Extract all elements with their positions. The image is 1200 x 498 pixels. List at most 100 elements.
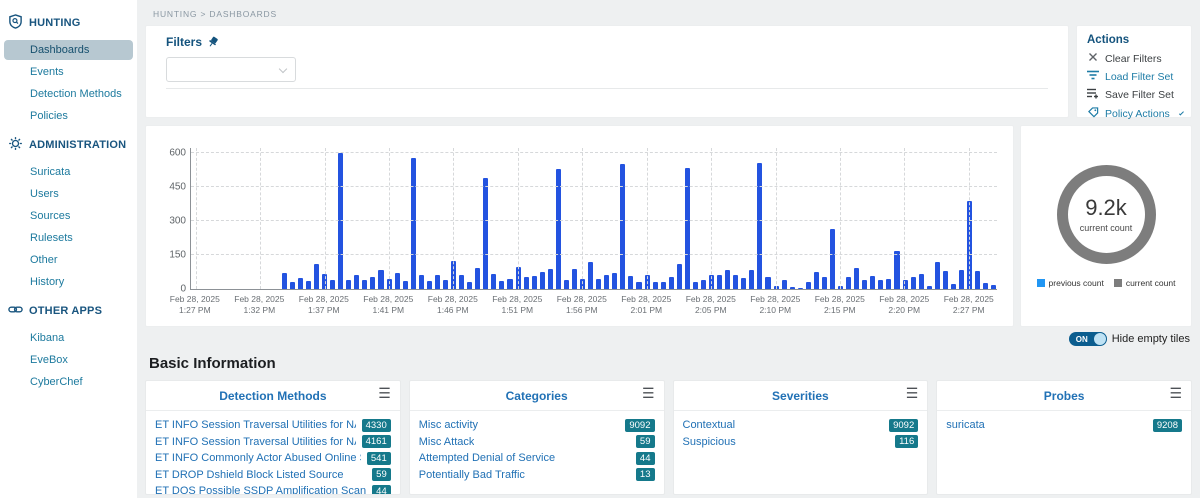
- bar[interactable]: [475, 268, 480, 289]
- sidebar-item-policies[interactable]: Policies: [4, 106, 133, 126]
- sidebar-item-kibana[interactable]: Kibana: [4, 328, 133, 348]
- card-menu-icon[interactable]: ☰: [1169, 384, 1182, 402]
- bar[interactable]: [483, 178, 488, 289]
- bar[interactable]: [411, 158, 416, 289]
- sidebar-item-sources[interactable]: Sources: [4, 206, 133, 226]
- bar[interactable]: [717, 275, 722, 289]
- action-clear-filters[interactable]: Clear Filters: [1087, 52, 1181, 65]
- bar[interactable]: [846, 277, 851, 290]
- card-row-label[interactable]: ET DROP Dshield Block Listed Source: [155, 469, 344, 481]
- sidebar-item-other[interactable]: Other: [4, 250, 133, 270]
- bar[interactable]: [314, 264, 319, 289]
- sidebar-item-evebox[interactable]: EveBox: [4, 350, 133, 370]
- bar[interactable]: [419, 275, 424, 289]
- bar[interactable]: [935, 262, 940, 289]
- hide-empty-tiles-toggle[interactable]: ON: [1069, 332, 1107, 346]
- card-row-label[interactable]: Suspicious: [683, 436, 736, 448]
- card-row-label[interactable]: suricata: [946, 419, 985, 431]
- bar[interactable]: [975, 271, 980, 289]
- bar[interactable]: [298, 278, 303, 289]
- bar[interactable]: [564, 280, 569, 289]
- bar[interactable]: [540, 272, 545, 290]
- bar[interactable]: [636, 282, 641, 290]
- bar[interactable]: [507, 279, 512, 289]
- bar[interactable]: [346, 280, 351, 289]
- sidebar-item-history[interactable]: History: [4, 272, 133, 292]
- bar[interactable]: [661, 282, 666, 289]
- sidebar-item-rulesets[interactable]: Rulesets: [4, 228, 133, 248]
- bar[interactable]: [951, 284, 956, 289]
- bar[interactable]: [790, 287, 795, 289]
- sidebar-item-cyberchef[interactable]: CyberChef: [4, 372, 133, 392]
- card-row-label[interactable]: ET INFO Session Traversal Utilities for …: [155, 436, 356, 448]
- bar[interactable]: [959, 270, 964, 289]
- bar[interactable]: [596, 279, 601, 289]
- bar[interactable]: [757, 163, 762, 289]
- bar[interactable]: [749, 270, 754, 289]
- bar[interactable]: [862, 280, 867, 289]
- card-menu-icon[interactable]: ☰: [378, 384, 391, 402]
- bar[interactable]: [870, 276, 875, 289]
- bar[interactable]: [354, 275, 359, 289]
- bar[interactable]: [919, 274, 924, 289]
- card-row-label[interactable]: Contextual: [683, 419, 736, 431]
- bar[interactable]: [427, 281, 432, 289]
- bar[interactable]: [604, 275, 609, 289]
- sidebar-item-users[interactable]: Users: [4, 184, 133, 204]
- bar[interactable]: [467, 282, 472, 289]
- bar[interactable]: [765, 277, 770, 290]
- bar[interactable]: [927, 286, 932, 289]
- bar[interactable]: [499, 281, 504, 289]
- bar[interactable]: [677, 264, 682, 289]
- bar[interactable]: [395, 273, 400, 289]
- card-row-label[interactable]: Potentially Bad Traffic: [419, 469, 525, 481]
- bar[interactable]: [822, 277, 827, 289]
- card-row-label[interactable]: ET DOS Possible SSDP Amplification Scan …: [155, 485, 366, 495]
- bar[interactable]: [628, 276, 633, 289]
- action-policy-actions[interactable]: Policy Actions: [1087, 107, 1181, 121]
- card-menu-icon[interactable]: ☰: [642, 384, 655, 402]
- bar[interactable]: [911, 277, 916, 289]
- bar[interactable]: [701, 280, 706, 289]
- bar[interactable]: [588, 262, 593, 289]
- bar[interactable]: [306, 281, 311, 289]
- bar[interactable]: [693, 282, 698, 289]
- bar[interactable]: [878, 280, 883, 289]
- bar[interactable]: [894, 251, 899, 289]
- bar[interactable]: [830, 229, 835, 289]
- card-row-label[interactable]: ET INFO Commonly Actor Abused Online Ser…: [155, 452, 361, 464]
- bar[interactable]: [814, 272, 819, 289]
- bar[interactable]: [338, 153, 343, 289]
- bar[interactable]: [556, 169, 561, 289]
- bar[interactable]: [943, 271, 948, 289]
- bar[interactable]: [983, 283, 988, 289]
- bar[interactable]: [532, 276, 537, 289]
- bar[interactable]: [524, 277, 529, 289]
- bar[interactable]: [741, 278, 746, 289]
- sidebar-item-detection-methods[interactable]: Detection Methods: [4, 84, 133, 104]
- card-row-label[interactable]: Misc Attack: [419, 436, 475, 448]
- action-load-filter-set[interactable]: Load Filter Set: [1087, 70, 1181, 83]
- card-row-label[interactable]: Misc activity: [419, 419, 478, 431]
- sidebar-item-suricata[interactable]: Suricata: [4, 162, 133, 182]
- bar[interactable]: [330, 280, 335, 289]
- bar[interactable]: [362, 280, 367, 289]
- bar[interactable]: [282, 273, 287, 289]
- filter-select[interactable]: [166, 57, 296, 82]
- sidebar-item-dashboards[interactable]: Dashboards: [4, 40, 133, 60]
- card-menu-icon[interactable]: ☰: [906, 384, 919, 402]
- bar[interactable]: [548, 269, 553, 289]
- bar[interactable]: [806, 282, 811, 289]
- card-row-label[interactable]: Attempted Denial of Service: [419, 452, 555, 464]
- bar[interactable]: [612, 273, 617, 289]
- bar[interactable]: [798, 288, 803, 289]
- bar[interactable]: [378, 270, 383, 289]
- bar[interactable]: [370, 277, 375, 289]
- bar[interactable]: [991, 285, 996, 289]
- bar[interactable]: [290, 282, 295, 289]
- bar[interactable]: [653, 282, 658, 290]
- bar[interactable]: [782, 280, 787, 289]
- action-save-filter-set[interactable]: Save Filter Set: [1087, 88, 1181, 102]
- bar[interactable]: [733, 275, 738, 289]
- bar[interactable]: [459, 275, 464, 289]
